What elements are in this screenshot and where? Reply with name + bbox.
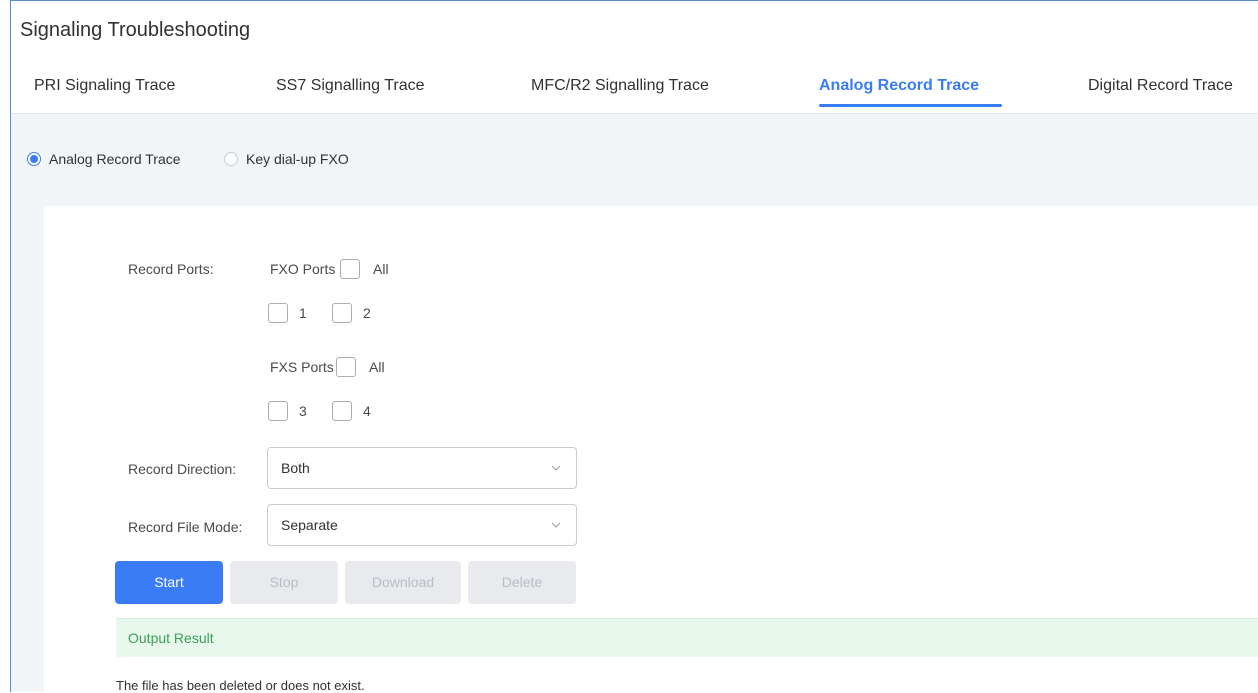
active-tab-indicator	[819, 104, 1002, 107]
chevron-down-icon	[551, 522, 561, 528]
radio-analog-record-trace[interactable]: Analog Record Trace	[27, 151, 181, 167]
fxs-port-3-label: 3	[299, 403, 307, 419]
output-message: The file has been deleted or does not ex…	[116, 678, 365, 693]
chevron-down-icon	[551, 465, 561, 471]
fxs-ports-label: FXS Ports	[270, 359, 334, 375]
radio-label: Analog Record Trace	[49, 151, 181, 167]
record-direction-label: Record Direction:	[128, 461, 237, 477]
tab-bar: PRI Signaling Trace SS7 Signalling Trace…	[11, 65, 1258, 113]
radio-unchecked-icon	[224, 152, 238, 166]
record-direction-select[interactable]: Both	[267, 447, 577, 489]
delete-button[interactable]: Delete	[468, 561, 576, 604]
fxs-port-3-checkbox[interactable]	[268, 401, 288, 421]
output-result-header: Output Result	[128, 630, 214, 646]
fxs-all-label: All	[369, 359, 385, 375]
output-result-bar: Output Result	[116, 618, 1258, 657]
fxs-port-4-label: 4	[363, 403, 371, 419]
record-file-mode-label: Record File Mode:	[128, 519, 243, 535]
fxo-port-2-label: 2	[363, 305, 371, 321]
fxo-port-1-checkbox[interactable]	[268, 303, 288, 323]
fxs-port-4-checkbox[interactable]	[332, 401, 352, 421]
record-direction-value: Both	[281, 460, 310, 476]
fxo-port-2-checkbox[interactable]	[332, 303, 352, 323]
stop-button[interactable]: Stop	[230, 561, 338, 604]
fxo-all-checkbox[interactable]	[340, 259, 360, 279]
tab-analog-record-trace[interactable]: Analog Record Trace	[819, 77, 979, 95]
tab-ss7-signalling-trace[interactable]: SS7 Signalling Trace	[276, 77, 425, 95]
record-file-mode-value: Separate	[281, 517, 338, 533]
record-file-mode-select[interactable]: Separate	[267, 504, 577, 546]
tab-digital-record-trace[interactable]: Digital Record Trace	[1088, 77, 1233, 95]
tab-pri-signaling-trace[interactable]: PRI Signaling Trace	[34, 77, 175, 95]
radio-checked-icon	[27, 152, 41, 166]
download-button[interactable]: Download	[345, 561, 461, 604]
fxo-all-label: All	[373, 261, 389, 277]
start-button[interactable]: Start	[115, 561, 223, 604]
radio-key-dial-up-fxo[interactable]: Key dial-up FXO	[224, 151, 349, 167]
tab-mfc-r2-signalling-trace[interactable]: MFC/R2 Signalling Trace	[531, 77, 709, 95]
record-ports-label: Record Ports:	[128, 261, 214, 277]
fxo-ports-label: FXO Ports	[270, 261, 336, 277]
app-window: Signaling Troubleshooting PRI Signaling …	[10, 0, 1258, 693]
radio-label: Key dial-up FXO	[246, 151, 349, 167]
fxo-port-1-label: 1	[299, 305, 307, 321]
fxs-all-checkbox[interactable]	[336, 357, 356, 377]
page-title: Signaling Troubleshooting	[20, 19, 251, 41]
